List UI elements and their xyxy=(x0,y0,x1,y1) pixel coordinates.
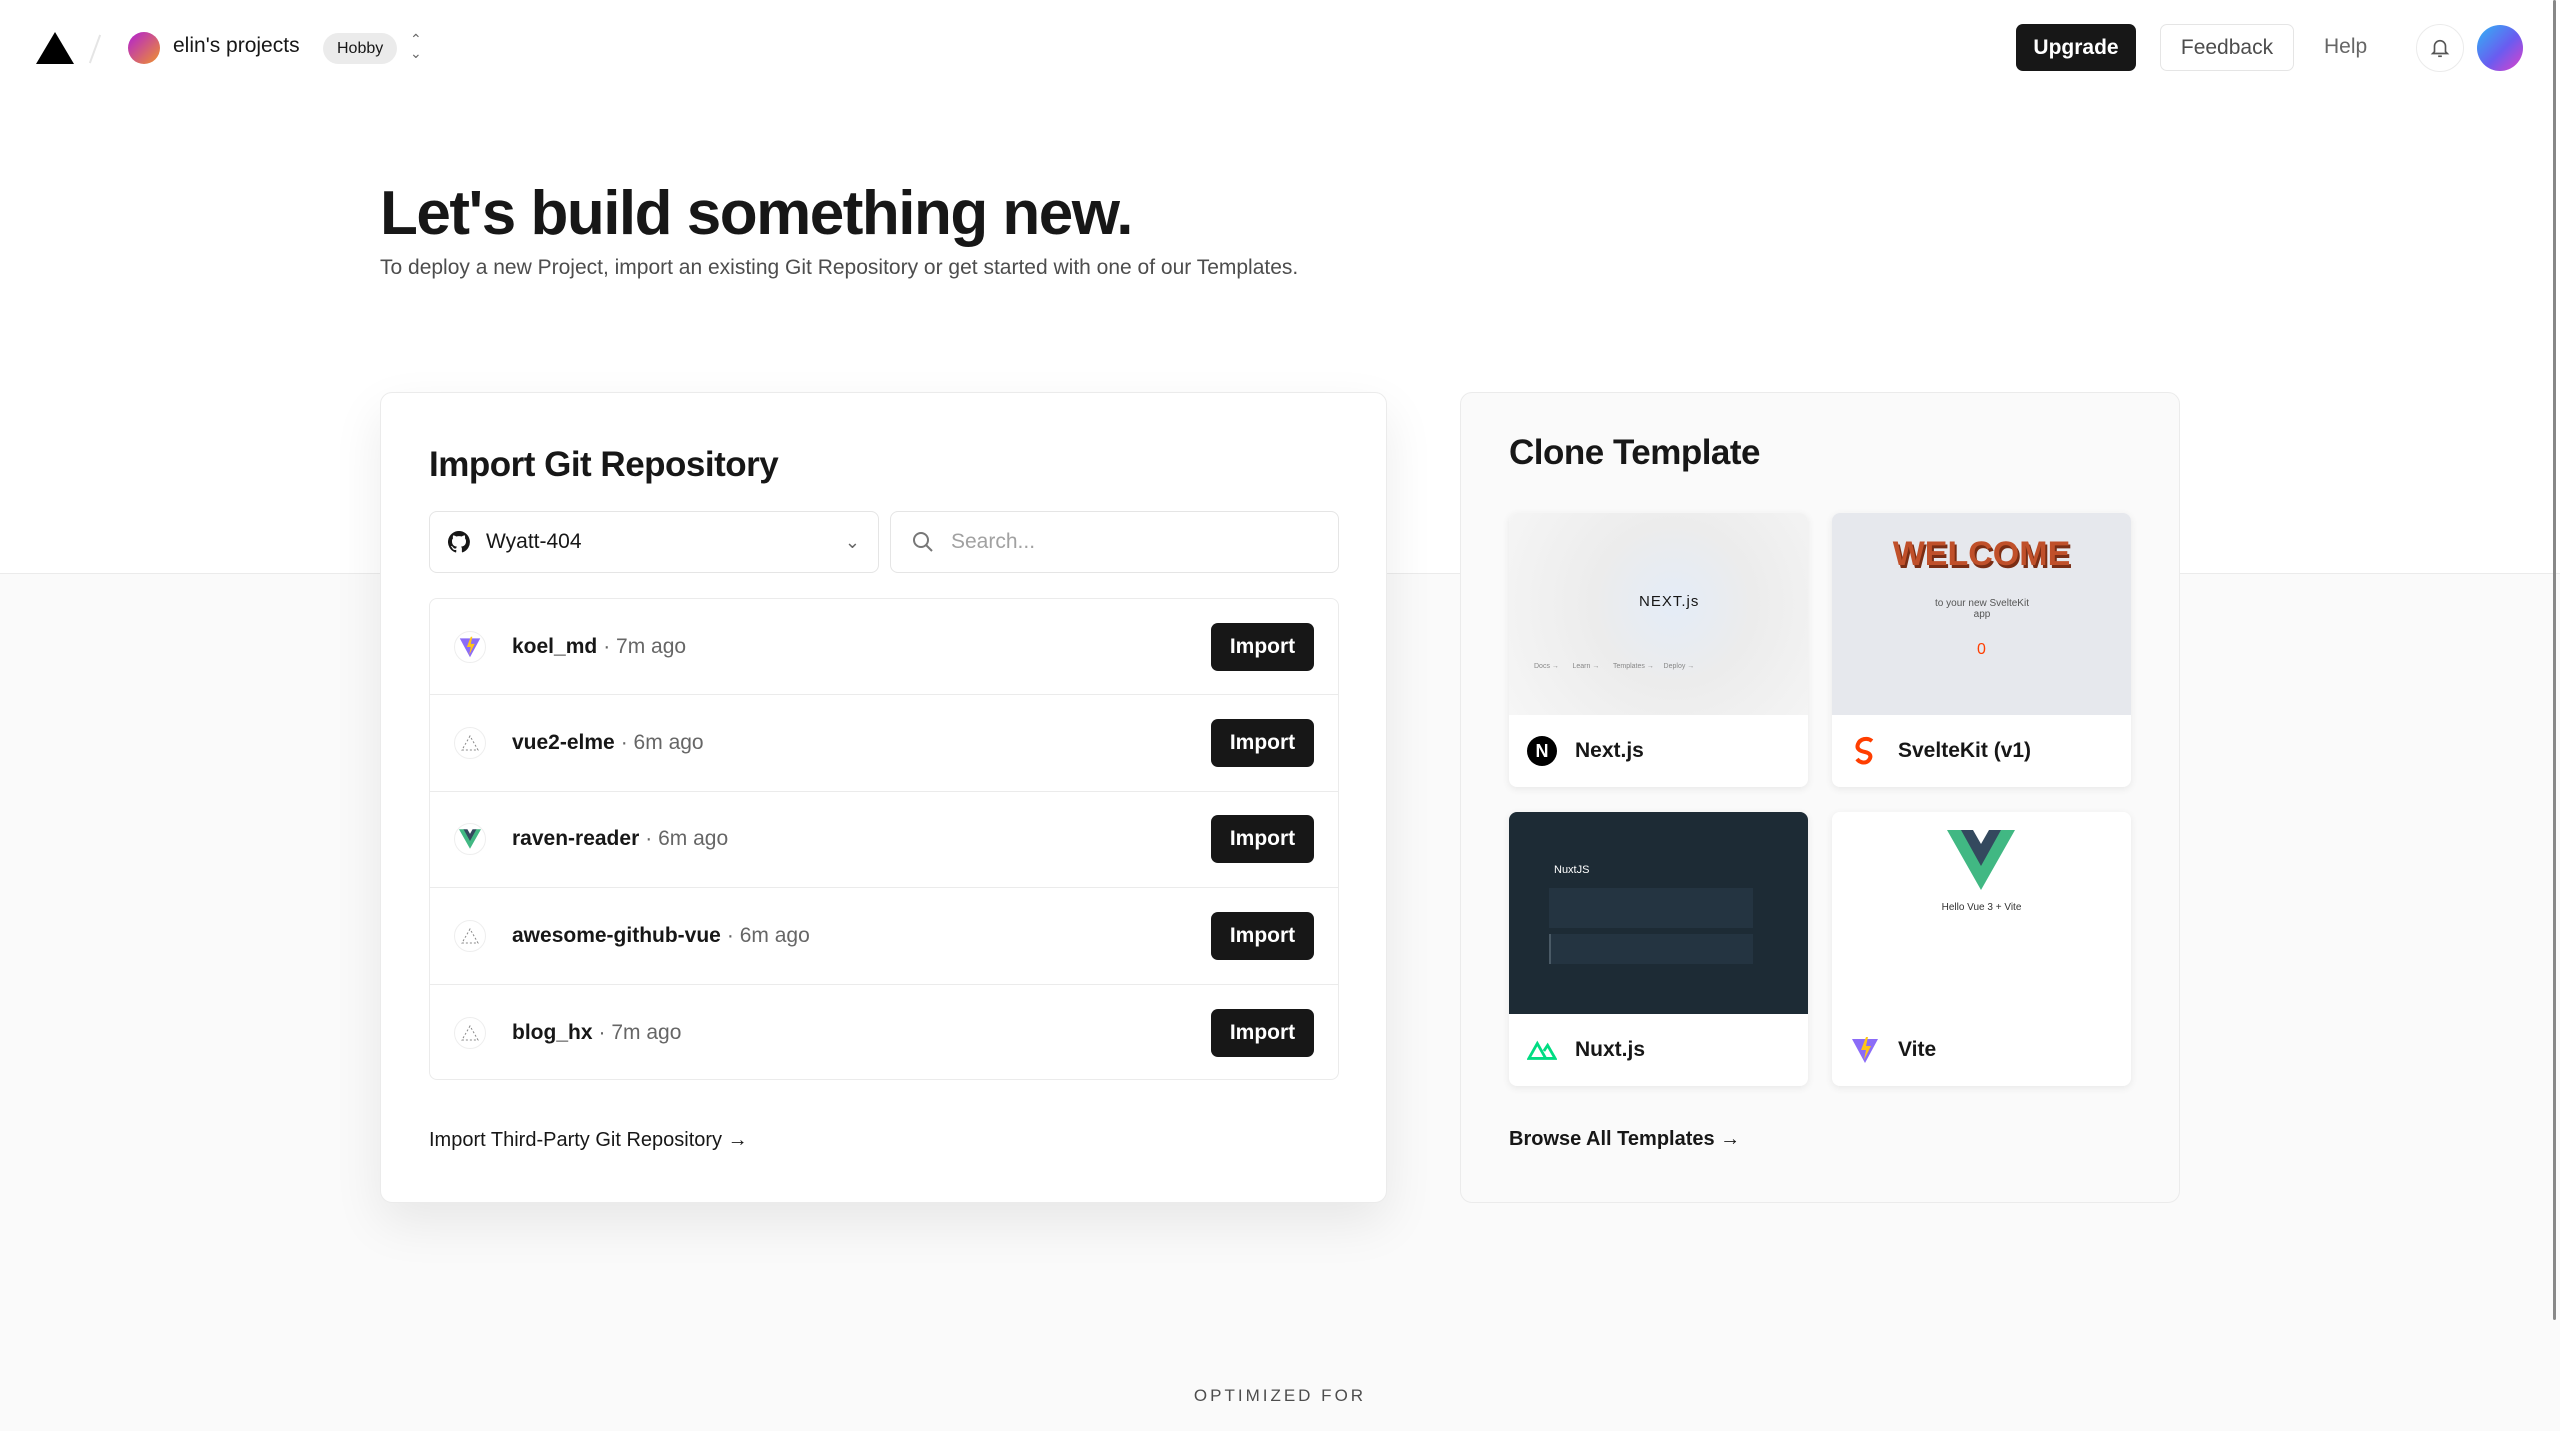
preview-counter: 0 xyxy=(1977,641,1986,658)
repo-updated: · 6m ago xyxy=(726,923,810,947)
repo-row: vue2-elme · 6m ago Import xyxy=(430,695,1338,792)
search-input[interactable] xyxy=(951,530,1291,554)
vercel-placeholder-icon xyxy=(454,1016,486,1049)
template-name: SvelteKit (v1) xyxy=(1898,739,2032,762)
git-account-name: Wyatt-404 xyxy=(486,530,582,553)
template-name: Vite xyxy=(1898,1038,1937,1061)
template-name: Next.js xyxy=(1575,739,1644,762)
repo-name: vue2-elme xyxy=(512,731,615,755)
search-icon xyxy=(913,532,933,552)
import-button[interactable]: Import xyxy=(1211,719,1314,768)
help-link[interactable]: Help xyxy=(2324,35,2367,59)
repo-name: awesome-github-vue xyxy=(512,923,721,947)
page-subtitle: To deploy a new Project, import an exist… xyxy=(380,256,1299,279)
git-account-select[interactable]: Wyatt-404 ⌄ xyxy=(429,511,879,573)
import-button[interactable]: Import xyxy=(1211,622,1314,671)
import-button[interactable]: Import xyxy=(1211,911,1314,960)
repo-row: blog_hx · 7m ago Import xyxy=(430,985,1338,1079)
chevron-down-icon: ⌄ xyxy=(844,531,860,552)
nextjs-preview: NEXT.js Docs → Learn → Templates → Deplo… xyxy=(1509,513,1808,715)
vite-preview: Hello Vue 3 + Vite xyxy=(1832,812,2131,1014)
sveltekit-preview: WELCOME to your new SvelteKit app 0 xyxy=(1832,513,2131,715)
preview-subtext: to your new SvelteKit app xyxy=(1935,598,2029,620)
repo-search[interactable] xyxy=(890,511,1339,573)
browse-templates-link[interactable]: Browse All Templates → xyxy=(1509,1128,1740,1151)
vite-icon xyxy=(454,630,486,663)
import-button[interactable]: Import xyxy=(1211,815,1314,864)
import-title: Import Git Repository xyxy=(429,445,779,484)
user-avatar[interactable] xyxy=(2477,25,2523,71)
repo-row: koel_md · 7m ago Import xyxy=(430,599,1338,696)
plan-badge: Hobby xyxy=(323,33,398,64)
breadcrumb-separator xyxy=(88,34,102,64)
template-nuxtjs[interactable]: NuxtJS Nuxt.js xyxy=(1509,812,1808,1086)
nuxtjs-preview: NuxtJS xyxy=(1509,812,1808,1014)
repo-updated: · 7m ago xyxy=(603,634,687,658)
team-avatar[interactable] xyxy=(128,32,160,64)
feedback-button[interactable]: Feedback xyxy=(2160,24,2294,71)
repo-updated: · 7m ago xyxy=(598,1020,682,1044)
vercel-placeholder-icon xyxy=(454,919,486,952)
nuxt-icon xyxy=(1527,1035,1557,1065)
repo-updated: · 6m ago xyxy=(620,731,704,755)
preview-text: WELCOME xyxy=(1892,535,2071,573)
page-title: Let's build something new. xyxy=(380,179,1133,248)
team-name[interactable]: elin's projects xyxy=(173,34,300,58)
repo-name: raven-reader xyxy=(512,827,640,851)
vercel-logo-icon[interactable] xyxy=(36,32,74,64)
repo-row: raven-reader · 6m ago Import xyxy=(430,792,1338,889)
repo-updated: · 6m ago xyxy=(645,827,729,851)
preview-text: NuxtJS xyxy=(1554,864,1590,876)
vercel-placeholder-icon xyxy=(454,727,486,760)
top-nav: elin's projects Hobby ⌃ ⌄ Upgrade Feedbac… xyxy=(0,0,2560,96)
template-vite[interactable]: Hello Vue 3 + Vite Vite xyxy=(1832,812,2131,1086)
vue-icon xyxy=(454,823,486,856)
notifications-button[interactable] xyxy=(2416,24,2464,72)
import-button[interactable]: Import xyxy=(1211,1008,1314,1057)
preview-text: NEXT.js xyxy=(1639,593,1700,610)
clone-template-title: Clone Template xyxy=(1509,433,1761,472)
optimized-for-heading: OPTIMIZED FOR xyxy=(1193,1386,1367,1405)
preview-text: Hello Vue 3 + Vite xyxy=(1941,902,2022,913)
github-icon xyxy=(448,531,470,553)
team-switcher-chevron-icon[interactable]: ⌃ ⌄ xyxy=(410,32,422,60)
repo-name: koel_md xyxy=(512,634,598,658)
repo-list: koel_md · 7m ago Import vue2-elme · 6m ago Im… xyxy=(429,598,1339,1080)
import-third-party-link[interactable]: Import Third-Party Git Repository → xyxy=(429,1129,748,1152)
template-nextjs[interactable]: NEXT.js Docs → Learn → Templates → Deplo… xyxy=(1509,513,1808,787)
template-name: Nuxt.js xyxy=(1575,1038,1646,1061)
template-sveltekit[interactable]: WELCOME to your new SvelteKit app 0 Svel… xyxy=(1832,513,2131,787)
bell-icon xyxy=(2430,39,2450,58)
nextjs-icon: N xyxy=(1527,736,1557,766)
vite-icon xyxy=(1850,1035,1880,1065)
upgrade-button[interactable]: Upgrade xyxy=(2016,24,2136,71)
page-scrollbar[interactable] xyxy=(2553,0,2556,1320)
repo-name: blog_hx xyxy=(512,1020,593,1044)
repo-row: awesome-github-vue · 6m ago Import xyxy=(430,888,1338,985)
svelte-icon xyxy=(1850,736,1880,766)
